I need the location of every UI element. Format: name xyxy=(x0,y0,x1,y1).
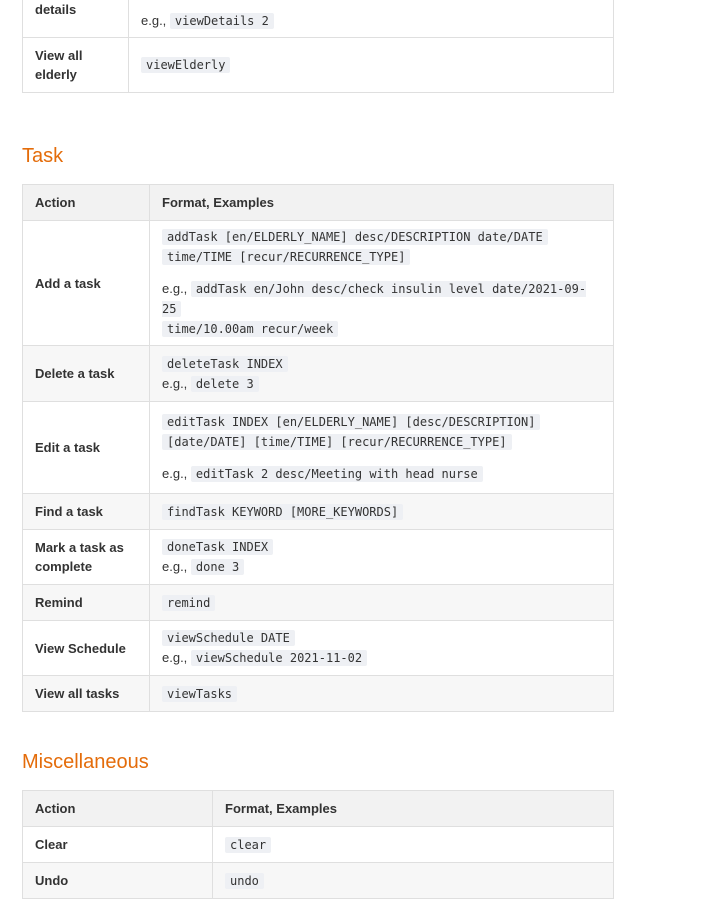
misc-commands-table: Action Format, Examples Clear clear Undo… xyxy=(22,790,614,899)
example-command: delete 3 xyxy=(190,375,259,392)
table-row: Delete a task deleteTask INDEX e.g., del… xyxy=(22,345,614,402)
format-command: undo xyxy=(225,872,264,889)
format-cell: viewSchedule DATE e.g., viewSchedule 202… xyxy=(149,620,614,676)
example-label: e.g., xyxy=(141,13,167,28)
example-command: addTask en/John desc/check insulin level… xyxy=(162,281,587,317)
table-row: Mark a task as complete doneTask INDEX e… xyxy=(22,529,614,585)
example-label: e.g., xyxy=(162,375,188,391)
format-cell: deleteTask INDEX e.g., delete 3 xyxy=(149,345,614,402)
format-command: clear xyxy=(225,836,272,853)
example-command: editTask 2 desc/Meeting with head nurse xyxy=(190,465,483,482)
table-row: View Schedule viewSchedule DATE e.g., vi… xyxy=(22,620,614,676)
format-command: findTask KEYWORD [MORE_KEYWORDS] xyxy=(162,503,404,520)
action-cell: Undo xyxy=(22,862,213,899)
format-cell: addTask [en/ELDERLY_NAME] desc/DESCRIPTI… xyxy=(149,220,614,346)
example-label: e.g., xyxy=(162,559,188,574)
format-command: viewElderly xyxy=(141,57,231,73)
format-command: deleteTask INDEX xyxy=(162,355,288,372)
table-row: View all tasks viewTasks xyxy=(22,675,614,712)
format-cell: clear xyxy=(212,826,614,863)
action-cell: Add a task xyxy=(22,220,150,346)
action-cell: Edit a task xyxy=(22,401,150,494)
table-row: Remind remind xyxy=(22,584,614,621)
example-label: e.g., xyxy=(162,465,188,481)
action-cell: View all tasks xyxy=(22,675,150,712)
table-row: Find a task findTask KEYWORD [MORE_KEYWO… xyxy=(22,493,614,530)
format-command: viewSchedule DATE xyxy=(162,630,295,646)
format-command: [date/DATE] [time/TIME] [recur/RECURRENC… xyxy=(162,433,512,450)
format-command: addTask [en/ELDERLY_NAME] desc/DESCRIPTI… xyxy=(162,229,548,245)
action-cell: Mark a task as complete xyxy=(22,529,150,585)
action-cell: View Schedule xyxy=(22,620,150,676)
example-label: e.g., xyxy=(162,281,188,296)
example-command: time/10.00am recur/week xyxy=(162,321,339,337)
format-cell: undo xyxy=(212,862,614,899)
format-cell: doneTask INDEX e.g., done 3 xyxy=(149,529,614,585)
table-row: details e.g., viewDetails 2 xyxy=(22,0,614,38)
format-command: time/TIME [recur/RECURRENCE_TYPE] xyxy=(162,249,411,265)
format-cell: findTask KEYWORD [MORE_KEYWORDS] xyxy=(149,493,614,530)
action-cell: Delete a task xyxy=(22,345,150,402)
format-command: doneTask INDEX xyxy=(162,539,274,555)
column-header-format: Format, Examples xyxy=(212,790,614,827)
table-row: View all elderly viewElderly xyxy=(22,37,614,93)
section-heading-task: Task xyxy=(22,145,64,167)
format-cell: editTask INDEX [en/ELDERLY_NAME] [desc/D… xyxy=(149,401,614,494)
table-row: Clear clear xyxy=(22,826,614,863)
table-row: Undo undo xyxy=(22,862,614,899)
action-cell: Remind xyxy=(22,584,150,621)
action-cell: details xyxy=(22,0,129,38)
format-cell: viewTasks xyxy=(149,675,614,712)
column-header-action: Action xyxy=(22,790,213,827)
section-heading-miscellaneous: Miscellaneous xyxy=(22,751,149,773)
format-command: remind xyxy=(162,594,216,611)
format-cell: remind xyxy=(149,584,614,621)
action-cell: View all elderly xyxy=(22,37,129,93)
table-row: Add a task addTask [en/ELDERLY_NAME] des… xyxy=(22,220,614,346)
example-command: viewSchedule 2021-11-02 xyxy=(190,650,368,666)
column-header-format: Format, Examples xyxy=(149,184,614,221)
example-label: e.g., xyxy=(162,650,188,665)
example-command: viewDetails 2 xyxy=(169,13,274,29)
format-cell: e.g., viewDetails 2 xyxy=(128,0,614,38)
task-commands-table: Action Format, Examples Add a task addTa… xyxy=(22,184,614,712)
elderly-commands-table: details e.g., viewDetails 2 View all eld… xyxy=(22,0,614,93)
format-cell: viewElderly xyxy=(128,37,614,93)
action-cell: Find a task xyxy=(22,493,150,530)
example-command: done 3 xyxy=(190,559,245,575)
format-command: editTask INDEX [en/ELDERLY_NAME] [desc/D… xyxy=(162,413,541,430)
table-row: Edit a task editTask INDEX [en/ELDERLY_N… xyxy=(22,401,614,494)
column-header-action: Action xyxy=(22,184,150,221)
action-cell: Clear xyxy=(22,826,213,863)
format-command: viewTasks xyxy=(162,685,238,702)
